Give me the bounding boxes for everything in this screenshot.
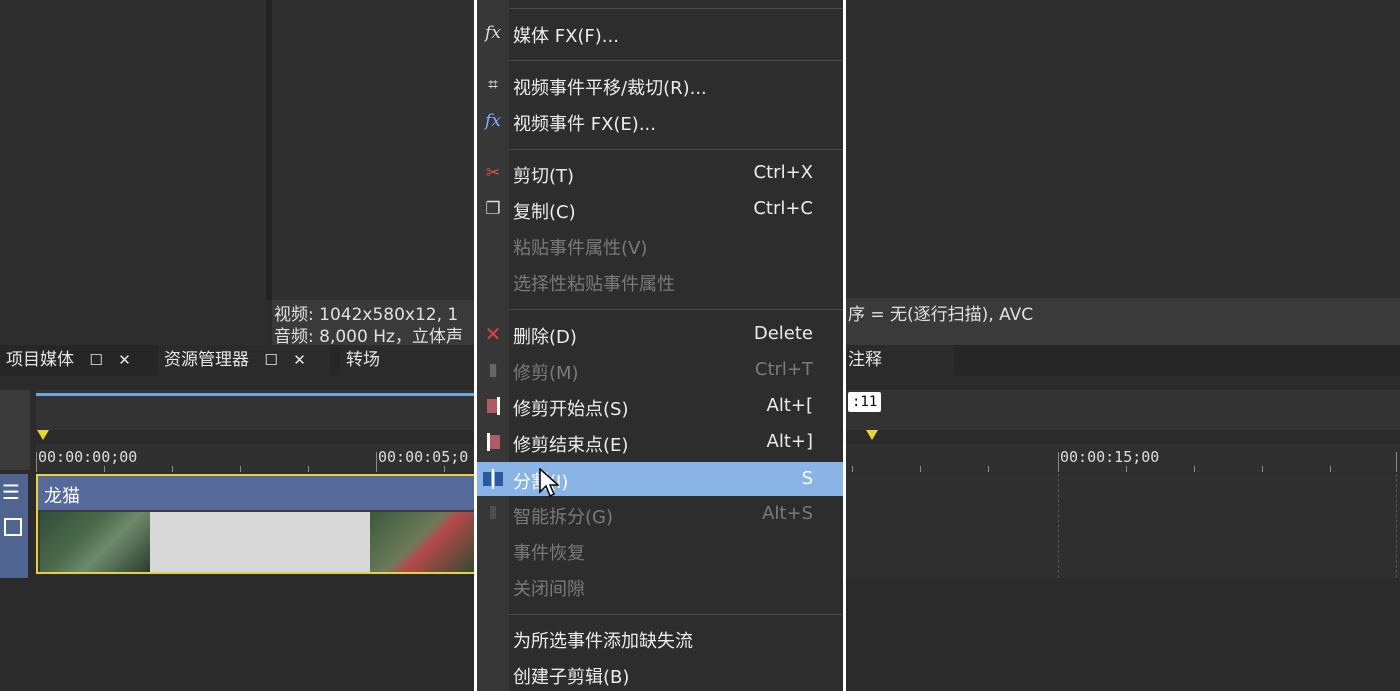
ruler-tick (988, 466, 989, 472)
video-fx-icon: fx (485, 111, 501, 131)
video-codec-info: 序 = 无(逐行扫描), AVC (848, 305, 1034, 325)
tab-transitions-label: 转场 (346, 350, 380, 370)
trim-icon: ▮ (488, 360, 498, 380)
ruler-tick (172, 466, 173, 472)
close-icon[interactable]: ✕ (118, 345, 131, 375)
preview-panel (272, 0, 474, 300)
track-area-right[interactable] (846, 474, 1400, 578)
crop-icon: ⌗ (488, 75, 498, 95)
clip-thumbnail (370, 512, 476, 572)
track-menu-icon[interactable]: ☰ (2, 482, 22, 502)
video-event-clip[interactable]: 龙猫 (36, 474, 476, 574)
menu-item-copy[interactable]: ❐ 复制(C) Ctrl+C (477, 192, 843, 226)
left-tab-bar: 项目媒体 ☐ ✕ 资源管理器 ☐ ✕ 转场 (0, 345, 474, 375)
close-icon[interactable]: ✕ (293, 345, 306, 375)
clip-thumbnail (40, 512, 150, 572)
menu-item-delete[interactable]: ✕ 删除(D) Delete (477, 317, 843, 351)
ruler-tick (104, 466, 105, 472)
menu-item-video-fx[interactable]: fx 视频事件 FX(E)... (477, 104, 843, 138)
ruler-tick (444, 466, 445, 472)
audio-info: 音频: 8,000 Hz，立体声 (274, 327, 463, 345)
menu-item-trim: ▮ 修剪(M) Ctrl+T (477, 353, 843, 387)
track-header[interactable]: ☰ (0, 474, 28, 578)
ruler-tick (920, 466, 921, 472)
timeline-lower-area (0, 578, 474, 691)
marker-start-icon[interactable] (37, 430, 49, 440)
ruler-tick (308, 466, 309, 472)
mouse-cursor-icon (539, 468, 559, 498)
tab-project-media-label: 项目媒体 (6, 350, 74, 370)
ruler-tick (852, 466, 853, 472)
grid-line (1396, 474, 1397, 578)
tab-explorer-label: 资源管理器 (164, 350, 249, 370)
ruler-tick (1396, 452, 1397, 472)
delete-x-icon: ✕ (484, 322, 502, 346)
ruler-tick (240, 466, 241, 472)
ruler-tick (1194, 466, 1195, 472)
ruler-tick (1058, 452, 1059, 472)
tab-transitions[interactable]: 转场 (340, 345, 474, 375)
media-fx-icon: fx (485, 23, 501, 43)
window-icon[interactable]: ☐ (89, 345, 102, 375)
menu-item-trim-end[interactable]: 修剪结束点(E) Alt+] (477, 425, 843, 459)
ruler-tick (1330, 466, 1331, 472)
timecode-5s: 00:00:05;0 (378, 448, 469, 466)
menu-item-cut[interactable]: ✂ 剪切(T) Ctrl+X (477, 156, 843, 190)
right-top-panel (846, 0, 1400, 298)
cursor-timecode-badge: :11 (848, 392, 882, 412)
timecode-start: 00:00:00;00 (38, 448, 138, 466)
split-icon (481, 468, 505, 490)
menu-item-create-subclip[interactable]: 创建子剪辑(B) (477, 657, 843, 691)
marker-end-icon[interactable] (866, 430, 878, 440)
context-menu: fx 媒体 FX(F)... ⌗ 视频事件平移/裁切(R)... fx 视频事件… (474, 0, 846, 691)
tab-notes[interactable]: 注释 (846, 345, 954, 375)
tab-project-media[interactable]: 项目媒体 ☐ ✕ (0, 345, 150, 375)
track-media-icon (4, 518, 22, 536)
menu-separator (509, 309, 843, 310)
time-ruler-left[interactable]: 00:00:00;00 00:00:05;0 (36, 444, 474, 472)
timeline-left-gutter (0, 390, 30, 470)
menu-item-trim-start[interactable]: 修剪开始点(S) Alt+[ (477, 389, 843, 423)
timeline-lower-area-right (846, 578, 1400, 691)
right-tab-bar: 注释 (846, 345, 1400, 375)
menu-separator (509, 60, 843, 61)
grid-line (1058, 474, 1059, 578)
clip-name: 龙猫 (44, 486, 80, 507)
menu-item-pan-crop[interactable]: ⌗ 视频事件平移/裁切(R)... (477, 68, 843, 102)
window-icon[interactable]: ☐ (264, 345, 277, 375)
timecode-15s: 00:00:15;00 (1060, 448, 1160, 466)
menu-separator (509, 8, 843, 9)
copy-icon: ❐ (485, 199, 501, 219)
scissors-icon: ✂ (485, 163, 501, 183)
timeline-overview-bar[interactable] (36, 390, 474, 430)
menu-item-paste-attributes: 粘贴事件属性(V) (513, 238, 648, 259)
preview-info-box: 视频: 1042x580x12, 1 音频: 8,000 Hz，立体声 (272, 300, 474, 345)
timeline-loop-region[interactable] (36, 393, 474, 396)
menu-item-selective-paste: 选择性粘贴事件属性 (513, 274, 675, 295)
menu-item-add-missing-stream[interactable]: 为所选事件添加缺失流 (477, 621, 843, 655)
menu-item-smart-split: ⦀ 智能拆分(G) Alt+S (477, 497, 843, 531)
left-top-panel (0, 0, 266, 345)
trim-end-icon (481, 431, 505, 453)
right-info-box: 序 = 无(逐行扫描), AVC (846, 298, 1400, 345)
timeline-overview-bar-right[interactable]: :11 (846, 390, 1400, 430)
clip-thumbnail-blank (150, 512, 370, 572)
smart-split-icon: ⦀ (489, 504, 497, 524)
time-ruler-right[interactable]: 00:00:15;00 (846, 444, 1400, 472)
clip-title-bar: 龙猫 (38, 476, 474, 510)
ruler-tick (1262, 466, 1263, 472)
trim-start-icon (481, 395, 505, 417)
tab-explorer[interactable]: 资源管理器 ☐ ✕ (158, 345, 330, 375)
tab-notes-label: 注释 (848, 350, 882, 370)
menu-separator (509, 614, 843, 615)
menu-item-event-restore: 事件恢复 (513, 543, 585, 564)
menu-separator (509, 149, 843, 150)
ruler-tick (376, 452, 377, 472)
ruler-tick (1126, 466, 1127, 472)
ruler-tick (36, 452, 37, 472)
menu-item-media-fx[interactable]: fx 媒体 FX(F)... (477, 16, 843, 50)
menu-item-close-gap: 关闭间隙 (513, 579, 585, 600)
menu-item-split[interactable]: 分割(I) S (477, 462, 843, 498)
